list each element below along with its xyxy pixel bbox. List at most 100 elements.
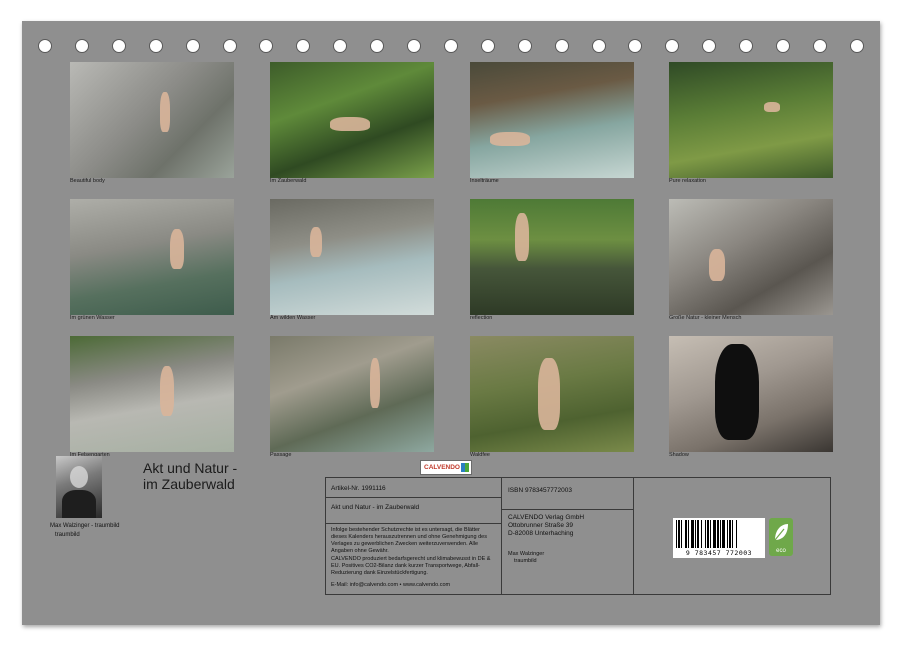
barcode-bar <box>678 520 680 548</box>
photo-caption: Shadow <box>669 452 689 458</box>
photo-caption: Große Natur - kleiner Mensch <box>669 315 742 321</box>
photo-thumbnail <box>470 62 634 178</box>
barcode-bar <box>722 520 725 548</box>
photo-subject <box>490 132 530 146</box>
barcode-bar <box>697 520 699 548</box>
photo-thumbnail <box>470 336 634 452</box>
binding-hole <box>702 39 717 53</box>
binding-hole <box>74 39 89 53</box>
publisher-street: Ottobrunner Straße 39 <box>508 522 574 529</box>
barcode-bar <box>695 520 696 548</box>
photo-subject <box>330 117 370 131</box>
binding-hole <box>38 39 52 53</box>
photo-image <box>669 199 833 315</box>
photo-subject <box>170 229 184 269</box>
binding-hole <box>665 39 680 53</box>
photo-thumbnail <box>70 336 234 452</box>
binding-hole <box>591 39 606 53</box>
photo-image <box>470 199 634 315</box>
photo-subject <box>709 249 725 281</box>
photo-image <box>270 336 434 452</box>
info-divider-1 <box>501 477 502 595</box>
barcode-bar <box>727 520 728 548</box>
photo-caption: Passage <box>270 452 292 458</box>
photo-subject <box>764 102 780 112</box>
photo-image <box>70 336 234 452</box>
barcode-bar <box>717 520 719 548</box>
calvendo-logo: CALVENDO <box>420 460 472 475</box>
binding-hole <box>259 39 274 53</box>
logo-text: CALVENDO <box>424 464 460 471</box>
article-number: Artikel-Nr. 1991116 <box>331 485 386 492</box>
barcode-digits: 9 783457 772003 <box>685 549 753 557</box>
photographer-label: traumbild <box>55 532 80 538</box>
barcode-bar <box>685 520 687 548</box>
binding-hole <box>370 39 385 53</box>
binding-hole <box>296 39 311 53</box>
photo-image <box>669 62 833 178</box>
photo-image <box>470 62 634 178</box>
photo-caption: Beautiful body <box>70 178 105 184</box>
info-row-2 <box>325 523 502 524</box>
binding-hole <box>407 39 421 53</box>
binding-hole <box>333 39 348 53</box>
binding-hole <box>628 39 643 53</box>
photo-thumbnail <box>70 62 234 178</box>
barcode-bar <box>720 520 721 548</box>
barcode-bar <box>710 520 711 548</box>
eco-label: eco <box>776 548 786 554</box>
barcode-bar <box>729 520 731 548</box>
title-line-2: im Zauberwald <box>143 476 235 492</box>
barcode-bar <box>732 520 733 548</box>
eco-badge: eco <box>769 518 793 556</box>
contact-line: E-Mail: info@calvendo.com • www.calvendo… <box>331 582 451 588</box>
binding-hole <box>554 39 569 53</box>
eco-text: CALVENDO produziert bedarfsgerecht und k… <box>331 556 491 576</box>
info-row-1 <box>325 497 502 498</box>
photo-caption: Inselträume <box>470 178 499 184</box>
barcode-bars <box>676 520 737 548</box>
photographer-portrait <box>56 456 102 518</box>
photo-thumbnail <box>669 62 833 178</box>
binding-holes <box>22 39 880 59</box>
leaf-icon <box>774 524 788 541</box>
binding-hole <box>222 39 237 53</box>
barcode-bar <box>691 520 694 548</box>
binding-hole <box>812 39 827 53</box>
photo-subject <box>160 366 174 416</box>
photo-subject <box>538 358 560 430</box>
photo-thumbnail <box>270 62 434 178</box>
barcode-bar <box>713 520 716 548</box>
barcode-bar <box>681 520 682 548</box>
photo-thumbnail <box>270 336 434 452</box>
barcode-bar <box>701 520 702 548</box>
photo-caption: reflection <box>470 315 493 321</box>
rights-text: Infolge bestehender Schutzrechte ist es … <box>331 527 487 554</box>
barcode-bar <box>688 520 689 548</box>
author-label: traumbild <box>514 558 537 564</box>
photo-thumbnail <box>470 199 634 315</box>
isbn: ISBN 9783457772003 <box>508 487 572 494</box>
binding-hole <box>739 39 754 53</box>
photo-caption: Im Zauberwald <box>270 178 307 184</box>
photo-caption: Im grünen Wasser <box>70 315 115 321</box>
info-divider-2 <box>633 477 634 595</box>
binding-hole <box>443 39 458 53</box>
photo-subject <box>370 358 380 408</box>
binding-hole <box>185 39 200 53</box>
photo-caption: Am wilden Wasser <box>270 315 316 321</box>
photo-subject <box>715 344 759 440</box>
binding-hole <box>148 39 163 53</box>
photo-subject <box>310 227 322 257</box>
publisher-city: D-82008 Unterhaching <box>508 530 574 537</box>
photo-caption: Waldfee <box>470 452 490 458</box>
barcode-bar <box>707 520 709 548</box>
photo-subject <box>515 213 529 261</box>
binding-hole <box>517 39 532 53</box>
author-name: Max Walzinger <box>508 551 545 557</box>
binding-hole <box>849 39 864 53</box>
photo-image <box>70 62 234 178</box>
logo-flag-icon <box>461 463 469 472</box>
photo-thumbnail <box>70 199 234 315</box>
info-row-3 <box>502 509 633 510</box>
